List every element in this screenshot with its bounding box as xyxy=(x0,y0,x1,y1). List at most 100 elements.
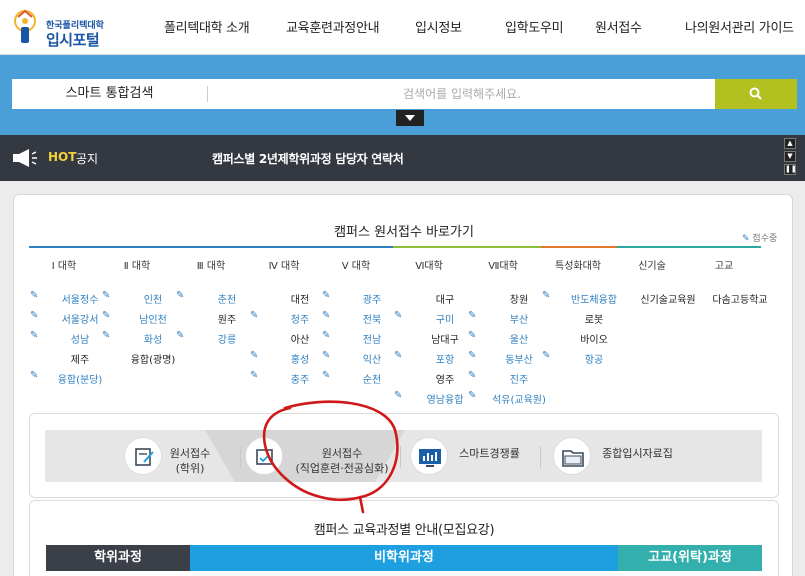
notice-down-button[interactable]: ▼ xyxy=(784,151,796,162)
megaphone-icon xyxy=(13,149,37,167)
nav-item-intro[interactable]: 폴리텍대학 소개 xyxy=(164,17,250,36)
campus-link[interactable]: 광주 xyxy=(340,291,404,306)
campus-link[interactable]: 반도체융합 xyxy=(560,291,628,306)
campus-link: 제주 xyxy=(70,355,90,366)
folder-icon[interactable] xyxy=(553,437,591,475)
campus-tab-underline xyxy=(249,246,321,248)
notice-up-button[interactable]: ▲ xyxy=(784,138,796,149)
nav-item-admission-info[interactable]: 입시정보 xyxy=(415,17,462,36)
pencil-icon: ✎ xyxy=(250,370,259,381)
pencil-icon: ✎ xyxy=(322,350,331,361)
apply-status-legend: ✎ 접수중 xyxy=(742,231,777,244)
campus-link[interactable]: 순천 xyxy=(340,371,404,386)
hot-notice-bar: HOT 공지 캠퍼스별 2년제학위과정 담당자 연락처 ▲ ▼ ❚❚ xyxy=(0,135,805,181)
campus-tab[interactable]: Ⅰ 대학 xyxy=(29,257,99,272)
campus-link: 융합(광명) xyxy=(130,355,176,366)
pencil-icon: ✎ xyxy=(102,330,111,341)
quick-divider xyxy=(240,446,241,468)
campus-tab[interactable]: Ⅴ 대학 xyxy=(321,257,391,272)
caret-down-icon xyxy=(405,115,415,121)
campus-tab-underline xyxy=(467,246,541,248)
nav-item-apply[interactable]: 원서접수 xyxy=(595,17,642,36)
campus-link: 다솜고등학교 xyxy=(712,295,768,306)
quick-apply-vocational-line2: (직업훈련·전공심화) xyxy=(295,462,389,475)
application-edit-icon[interactable] xyxy=(245,437,283,475)
quick-apply-degree-button[interactable]: 원서접수 (학위) xyxy=(160,446,220,476)
pencil-icon: ✎ xyxy=(322,290,331,301)
site-header: 한국폴리텍대학 입시포털 폴리텍대학 소개 교육훈련과정안내 입시정보 입학도우… xyxy=(0,0,805,55)
campus-link[interactable]: 항공 xyxy=(560,351,628,366)
campus-tab-underline xyxy=(29,246,101,248)
pencil-icon: ✎ xyxy=(468,330,477,341)
pencil-icon: ✎ xyxy=(250,350,259,361)
pencil-icon: ✎ xyxy=(102,290,111,301)
pencil-icon: ✎ xyxy=(468,370,477,381)
search-label: 스마트 통합검색 xyxy=(65,86,154,101)
nav-item-my-application-guide[interactable]: 나의원서관리 가이드 xyxy=(685,17,794,36)
hot-kind: 공지 xyxy=(76,152,99,166)
campus-link[interactable]: 융합(분당) xyxy=(48,371,112,386)
campus-link[interactable]: 강릉 xyxy=(194,331,260,346)
campus-tab[interactable]: 특성화대학 xyxy=(541,257,615,272)
logo-title: 입시포털 xyxy=(46,31,100,49)
campus-link[interactable]: 춘천 xyxy=(194,291,260,306)
hot-label: HOT xyxy=(48,150,77,164)
campus-tab[interactable]: Ⅵ대학 xyxy=(393,257,465,272)
search-expand-toggle[interactable] xyxy=(396,110,424,126)
pencil-icon: ✎ xyxy=(542,290,551,301)
campus-tab-underline xyxy=(689,246,761,248)
campus-tab[interactable]: Ⅶ대학 xyxy=(467,257,539,272)
pencil-icon: ✎ xyxy=(176,290,185,301)
pencil-icon: ✎ xyxy=(468,350,477,361)
campus-link[interactable]: 진주 xyxy=(486,371,552,386)
panel-title: 캠퍼스 원서접수 바로가기 xyxy=(334,225,474,240)
campus-tab[interactable]: Ⅳ 대학 xyxy=(249,257,319,272)
campus-tab-underline xyxy=(175,246,249,248)
campus-link: 신기술교육원 xyxy=(640,295,696,306)
campus-tab[interactable]: 고교 xyxy=(689,257,759,272)
campus-link[interactable]: 남인천 xyxy=(120,311,186,326)
pencil-icon: ✎ xyxy=(322,310,331,321)
campus-link[interactable]: 울산 xyxy=(486,331,552,346)
apply-status-label: 접수중 xyxy=(752,234,778,244)
pencil-icon: ✎ xyxy=(30,310,39,321)
campus-link[interactable]: 석유(교육원) xyxy=(486,391,552,406)
notice-pause-button[interactable]: ❚❚ xyxy=(784,164,797,175)
tab-non-degree-course[interactable]: 비학위과정 xyxy=(190,545,618,571)
application-form-icon[interactable] xyxy=(124,437,162,475)
campus-tab[interactable]: Ⅱ 대학 xyxy=(101,257,173,272)
pencil-icon: ✎ xyxy=(468,310,477,321)
nav-item-admission-help[interactable]: 입학도우미 xyxy=(505,17,564,36)
monitor-chart-icon[interactable] xyxy=(410,437,448,475)
search-divider xyxy=(207,86,208,102)
campus-link[interactable]: 전남 xyxy=(340,331,404,346)
quick-admission-materials-button[interactable]: 종합입시자료집 xyxy=(595,446,680,461)
pencil-icon: ✎ xyxy=(30,330,39,341)
search-box: 스마트 통합검색 xyxy=(12,79,797,109)
pencil-icon: ✎ xyxy=(250,310,259,321)
tab-highschool-course[interactable]: 고교(위탁)과정 xyxy=(618,545,762,571)
search-input[interactable] xyxy=(212,79,712,109)
search-icon xyxy=(749,87,762,100)
pencil-icon: ✎ xyxy=(30,370,39,381)
pencil-icon: ✎ xyxy=(322,370,331,381)
quick-apply-degree-line1: 원서접수 xyxy=(169,447,211,460)
campus-tab-underline xyxy=(101,246,175,248)
campus-tab-underline xyxy=(393,246,467,248)
nav-item-courses[interactable]: 교육훈련과정안내 xyxy=(286,17,380,36)
pencil-icon: ✎ xyxy=(394,350,403,361)
campus-tab-underline xyxy=(541,246,617,248)
quick-apply-degree-line2: (학위) xyxy=(175,462,205,475)
quick-apply-vocational-button[interactable]: 원서접수 (직업훈련·전공심화) xyxy=(287,446,397,476)
campus-tab-underline xyxy=(321,246,393,248)
campus-link[interactable]: 부산 xyxy=(486,311,552,326)
search-button[interactable] xyxy=(715,79,797,109)
campus-tab[interactable]: 신기술 xyxy=(617,257,687,272)
quick-competition-rate-button[interactable]: 스마트경쟁률 xyxy=(452,446,527,461)
site-logo[interactable]: 한국폴리텍대학 입시포털 xyxy=(12,5,122,50)
pencil-icon: ✎ xyxy=(176,330,185,341)
campus-tab[interactable]: Ⅲ 대학 xyxy=(175,257,247,272)
hot-notice-link[interactable]: 캠퍼스별 2년제학위과정 담당자 연락처 xyxy=(212,150,404,167)
quick-divider xyxy=(540,446,541,468)
tab-degree-course[interactable]: 학위과정 xyxy=(46,545,190,571)
